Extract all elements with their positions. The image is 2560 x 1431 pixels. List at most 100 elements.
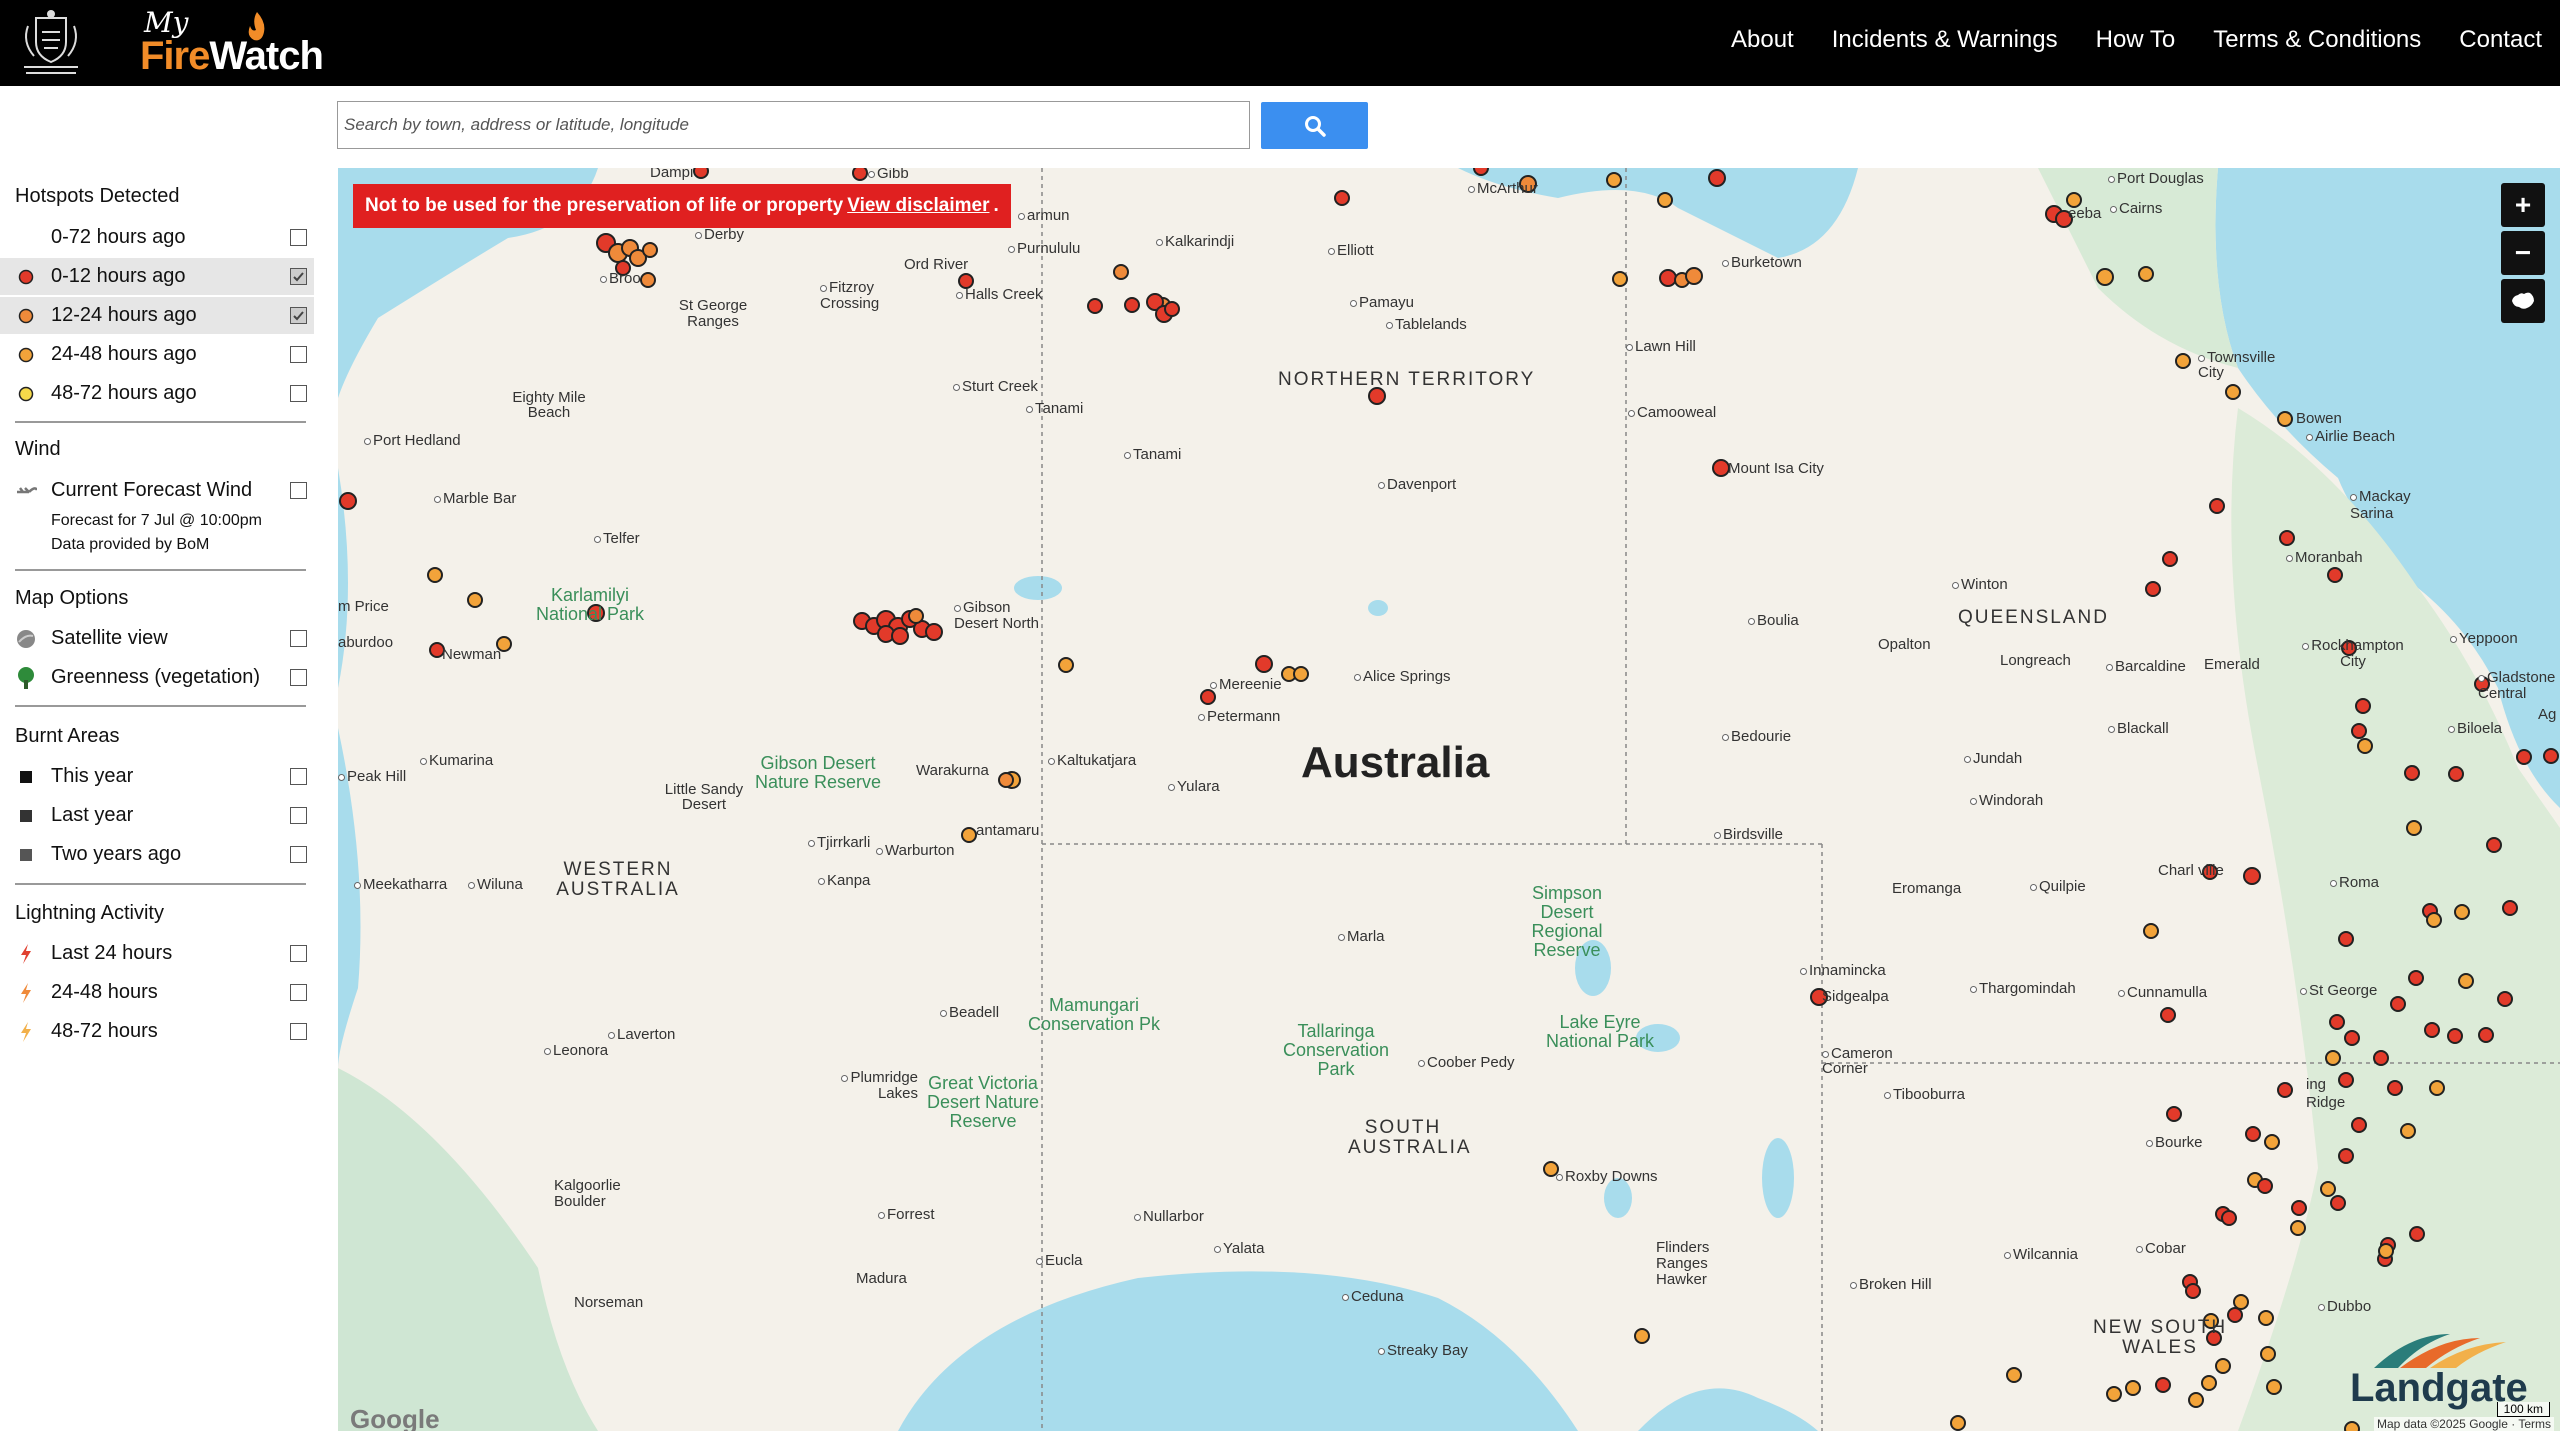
- place-ag: Ag: [2538, 706, 2557, 723]
- hotspot-0-72-checkbox[interactable]: [290, 229, 307, 246]
- satellite-view-row[interactable]: Satellite view: [0, 620, 314, 657]
- place-beadell: Beadell: [940, 1004, 999, 1021]
- burnt-this-year-row[interactable]: This year: [0, 758, 314, 795]
- place-leonora: Leonora: [544, 1042, 608, 1059]
- place-townsville: Townsville City: [2198, 350, 2288, 380]
- hotspots-heading: Hotspots Detected: [15, 185, 180, 207]
- map-view[interactable]: NORTHERN TERRITORY QUEENSLAND WESTERN AU…: [338, 168, 2560, 1431]
- place-aburdoo: aburdoo: [338, 634, 394, 651]
- satellite-view-label: Satellite view: [51, 627, 168, 649]
- lightning-24-48-row[interactable]: 24-48 hours: [0, 974, 314, 1011]
- park-mamungari: Mamungari Conservation Pk: [1027, 995, 1161, 1034]
- place-mackay: Mackay Sarina: [2350, 488, 2420, 522]
- place-nullarbor: Nullarbor: [1134, 1208, 1204, 1225]
- nav-incidents-warnings[interactable]: Incidents & Warnings: [1832, 26, 2058, 54]
- hotspot-24-48-row[interactable]: 24-48 hours ago: [0, 336, 314, 373]
- place-roma: Roma: [2330, 874, 2379, 891]
- layers-sidebar: Hotspots Detected 0-72 hours ago 0-12 ho…: [0, 170, 330, 1431]
- divider: [15, 569, 306, 571]
- myfirewatch-logo[interactable]: My FireWatch: [140, 4, 324, 82]
- place-m-price: m Price: [338, 598, 389, 615]
- lightning-48-72-row[interactable]: 48-72 hours: [0, 1013, 314, 1050]
- place-alice-springs: Alice Springs: [1354, 668, 1451, 685]
- place-telfer: Telfer: [594, 530, 640, 547]
- view-disclaimer-link[interactable]: View disclaimer: [847, 195, 989, 217]
- hotspot-0-72-row[interactable]: 0-72 hours ago: [0, 219, 314, 256]
- nav-contact[interactable]: Contact: [2459, 26, 2542, 54]
- search-input[interactable]: [337, 101, 1250, 149]
- greenness-checkbox[interactable]: [290, 669, 307, 686]
- hotspot-12-24-label: 12-24 hours ago: [51, 304, 197, 326]
- landgate-logo[interactable]: Landgate: [2350, 1328, 2540, 1410]
- lightning-24-48-checkbox[interactable]: [290, 984, 307, 1001]
- satellite-view-checkbox[interactable]: [290, 630, 307, 647]
- greenness-row[interactable]: Greenness (vegetation): [0, 659, 314, 696]
- burnt-two-years-row[interactable]: Two years ago: [0, 836, 314, 873]
- search-button[interactable]: [1261, 102, 1368, 149]
- place-ord-river: Ord River: [904, 256, 969, 273]
- hotspot-12-24-row[interactable]: 12-24 hours ago: [0, 297, 314, 334]
- burnt-last-year-label: Last year: [51, 804, 134, 826]
- place-marble-bar: Marble Bar: [434, 490, 516, 507]
- zoom-out-button[interactable]: −: [2501, 231, 2545, 275]
- region-label-wa: WESTERN AUSTRALIA: [556, 859, 680, 900]
- place-longreach: Longreach: [2000, 652, 2071, 669]
- place-camooweal: Camooweal: [1628, 404, 1716, 421]
- place-burketown: Burketown: [1722, 254, 1802, 271]
- place-mareeba: eeba: [2068, 205, 2102, 222]
- region-label-nsw: NEW SOUTH WALES: [2092, 1317, 2228, 1358]
- place-eucla: Eucla: [1036, 1252, 1083, 1269]
- burnt-two-years-checkbox[interactable]: [290, 846, 307, 863]
- place-kalkarindji: Kalkarindji: [1156, 233, 1234, 250]
- lightning-orange-icon: [15, 982, 37, 1004]
- place-tanami-1: Tanami: [1026, 400, 1083, 417]
- map-attribution[interactable]: Map data ©2025 Google · Terms: [2373, 1417, 2554, 1431]
- place-derby: Derby: [695, 226, 744, 243]
- map-scale: 100 km: [2496, 1402, 2550, 1417]
- lightning-24-48-label: 24-48 hours: [51, 981, 158, 1003]
- nav-terms-conditions[interactable]: Terms & Conditions: [2213, 26, 2421, 54]
- park-karlamilyi: Karlamilyi National Park: [535, 585, 645, 624]
- zoom-in-button[interactable]: +: [2501, 183, 2545, 227]
- place-boulia: Boulia: [1748, 612, 1799, 629]
- lightning-24-checkbox[interactable]: [290, 945, 307, 962]
- hotspot-12-24-checkbox[interactable]: [290, 307, 307, 324]
- burnt-this-year-checkbox[interactable]: [290, 768, 307, 785]
- hotspot-0-12-checkbox[interactable]: [290, 268, 307, 285]
- google-logo: Google: [350, 1404, 440, 1431]
- place-gibson-desert-north: Gibson Desert North: [954, 600, 1054, 632]
- square-icon: [15, 844, 37, 866]
- nav-about[interactable]: About: [1731, 26, 1794, 54]
- place-broken-hill: Broken Hill: [1850, 1276, 1932, 1293]
- reset-extent-button[interactable]: [2501, 279, 2545, 323]
- satellite-icon: [15, 628, 37, 650]
- place-streaky-bay: Streaky Bay: [1378, 1342, 1468, 1359]
- wind-checkbox[interactable]: [290, 482, 307, 499]
- hotspot-48-72-row[interactable]: 48-72 hours ago: [0, 375, 314, 412]
- hotspot-48-72-checkbox[interactable]: [290, 385, 307, 402]
- place-bowen: Bowen: [2296, 410, 2342, 427]
- place-plumridge-lakes: Plumridge Lakes: [838, 1070, 918, 1102]
- place-bedourie: Bedourie: [1722, 728, 1791, 745]
- lightning-48-72-checkbox[interactable]: [290, 1023, 307, 1040]
- divider: [15, 421, 306, 423]
- region-label-sa: SOUTH AUSTRALIA: [1348, 1117, 1472, 1158]
- wind-icon: [15, 480, 37, 502]
- hotspot-24-48-checkbox[interactable]: [290, 346, 307, 363]
- wind-row[interactable]: Current Forecast Wind: [0, 472, 314, 509]
- hotspot-24-48-label: 24-48 hours ago: [51, 343, 197, 365]
- lightning-24-row[interactable]: Last 24 hours: [0, 935, 314, 972]
- place-forrest: Forrest: [878, 1206, 935, 1223]
- place-eighty-mile-beach: Eighty Mile Beach: [512, 389, 586, 421]
- place-jantamaru: antamaru: [976, 822, 1040, 839]
- lightning-24-label: Last 24 hours: [51, 942, 173, 964]
- burnt-last-year-checkbox[interactable]: [290, 807, 307, 824]
- place-newman: Newman: [442, 646, 502, 663]
- hotspot-0-12-row[interactable]: 0-12 hours ago: [0, 258, 314, 295]
- nav-how-to[interactable]: How To: [2096, 26, 2176, 54]
- burnt-last-year-row[interactable]: Last year: [0, 797, 314, 834]
- government-crest-logo[interactable]: [14, 6, 88, 80]
- place-bourke: Bourke: [2146, 1134, 2203, 1151]
- hotspot-orange-icon: [15, 305, 37, 327]
- place-kumarina: Kumarina: [420, 752, 493, 769]
